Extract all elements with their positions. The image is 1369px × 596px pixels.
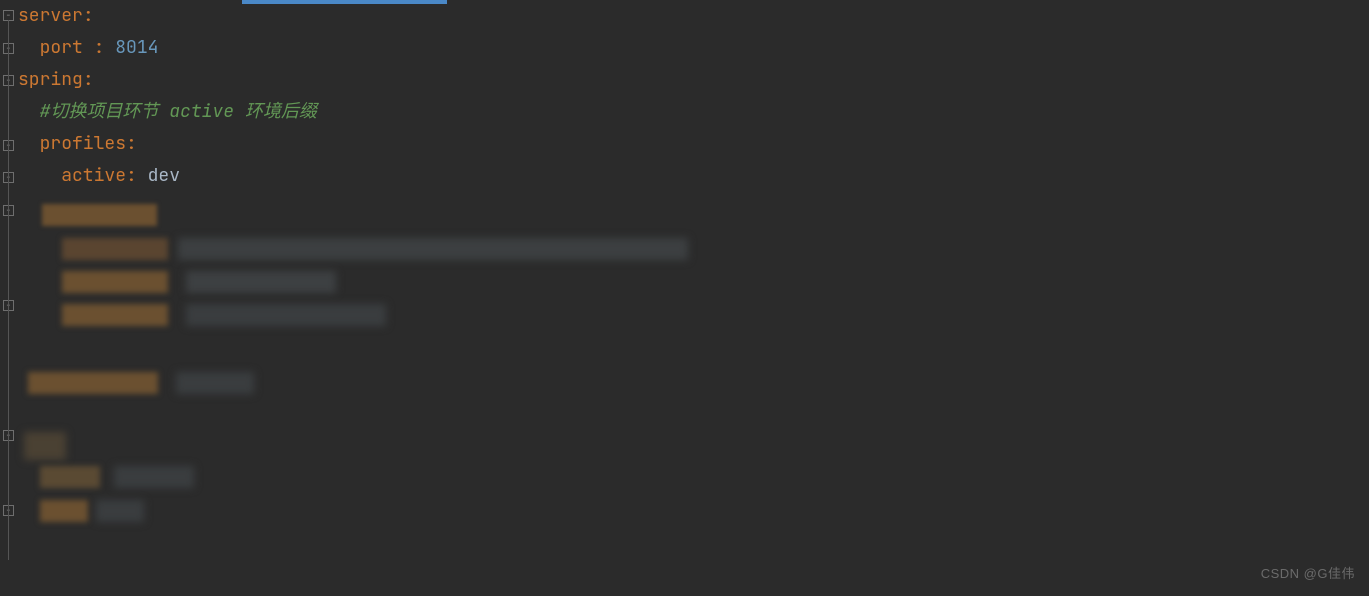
yaml-value: dev	[148, 164, 180, 187]
yaml-number: 8014	[115, 36, 158, 59]
code-line[interactable]: profiles:	[18, 128, 1369, 160]
code-line[interactable]: active: dev	[18, 160, 1369, 192]
indent	[18, 36, 40, 59]
yaml-colon: :	[94, 36, 116, 59]
yaml-colon: :	[126, 164, 148, 187]
yaml-comment-em: active	[169, 100, 234, 123]
indent	[18, 164, 61, 187]
code-editor[interactable]: server: port : 8014 spring: #切换项目环节 acti…	[0, 0, 1369, 596]
yaml-key: profiles	[40, 132, 126, 155]
yaml-key: port	[40, 36, 94, 59]
yaml-colon: :	[83, 68, 94, 91]
yaml-colon: :	[83, 4, 94, 27]
code-line[interactable]: spring:	[18, 64, 1369, 96]
yaml-comment: #切换项目环节	[40, 100, 170, 123]
indent	[18, 132, 40, 155]
code-line[interactable]: port : 8014	[18, 32, 1369, 64]
indent	[18, 100, 40, 123]
yaml-key: server	[18, 4, 83, 27]
yaml-colon: :	[126, 132, 137, 155]
yaml-comment: 环境后缀	[234, 100, 317, 123]
gutter[interactable]	[0, 0, 18, 596]
code-area[interactable]: server: port : 8014 spring: #切换项目环节 acti…	[18, 0, 1369, 596]
yaml-key: active	[61, 164, 126, 187]
watermark: CSDN @G佳伟	[1261, 558, 1355, 590]
code-line[interactable]: #切换项目环节 active 环境后缀	[18, 96, 1369, 128]
yaml-key: spring	[18, 68, 83, 91]
fold-guide-line	[8, 20, 9, 560]
code-line[interactable]: server:	[18, 0, 1369, 32]
